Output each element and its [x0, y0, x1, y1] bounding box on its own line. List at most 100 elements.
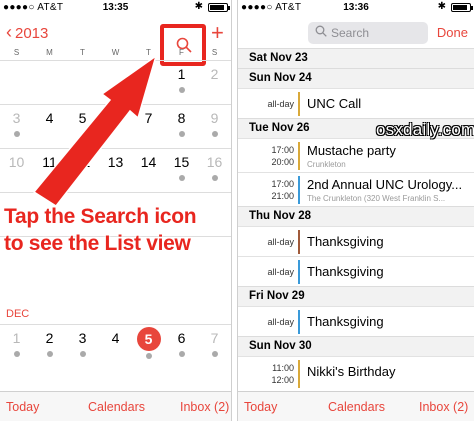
weekday-label: T — [146, 48, 151, 57]
event-dot — [211, 131, 218, 137]
day-cell[interactable]: 5 — [132, 325, 165, 369]
event-end-time: 20:00 — [271, 157, 294, 167]
day-cell[interactable]: 6 — [99, 105, 132, 149]
search-placeholder: Search — [331, 26, 370, 40]
day-number: 13 — [107, 154, 124, 170]
bluetooth-icon: ✱ — [194, 1, 203, 12]
watermark: osxdaily.com — [376, 120, 474, 139]
day-cell[interactable]: 11 — [33, 149, 66, 193]
inbox-button[interactable]: Inbox (2) — [180, 400, 229, 414]
event-dot — [145, 353, 152, 359]
event-dot — [79, 351, 86, 357]
day-number: 6 — [111, 110, 120, 126]
event-dot — [13, 131, 20, 137]
calendar-color-bar — [298, 310, 300, 334]
day-cell[interactable]: 5 — [66, 105, 99, 149]
day-section-label: Sun Nov 30 — [249, 340, 312, 352]
today-button[interactable]: Today — [6, 400, 39, 414]
event-row[interactable]: 17:00 20:00 Mustache party Crunkleton — [238, 138, 474, 172]
day-cell[interactable]: 13 — [99, 149, 132, 193]
event-row[interactable]: 11:00 12:00 Nikki's Birthday — [238, 356, 474, 390]
day-cell[interactable]: 8 — [165, 105, 198, 149]
calendar-color-bar — [298, 260, 300, 284]
event-row[interactable]: 17:00 21:00 2nd Annual UNC Urology... The C… — [238, 172, 474, 206]
event-time: 17:00 — [271, 145, 294, 155]
day-section-header: Thu Nov 28 — [238, 206, 474, 226]
event-time: 11:00 — [272, 363, 294, 373]
calendars-button[interactable]: Calendars — [328, 400, 385, 414]
weekday-label: T — [80, 48, 85, 57]
add-event-button[interactable]: + — [211, 20, 224, 46]
day-section-label: Tue Nov 26 — [249, 122, 310, 134]
event-row[interactable]: all-day Thanksgiving — [238, 256, 474, 286]
event-end-time: 12:00 — [271, 375, 294, 385]
event-location: Crunkleton — [307, 160, 346, 169]
day-cell — [66, 61, 99, 105]
day-cell[interactable]: 3 — [66, 325, 99, 369]
day-cell[interactable]: 7 — [132, 105, 165, 149]
event-time: all-day — [267, 237, 294, 247]
weekday-header: SMTWTFS — [0, 46, 231, 60]
day-cell[interactable]: 12 — [66, 149, 99, 193]
day-cell[interactable]: 9 — [198, 105, 231, 149]
day-number: 3 — [78, 330, 87, 346]
day-cell[interactable]: 4 — [33, 105, 66, 149]
day-number: 14 — [140, 154, 157, 170]
day-section-header: Fri Nov 29 — [238, 286, 474, 306]
calendar-color-bar — [298, 360, 300, 388]
day-cell[interactable]: 3 — [0, 105, 33, 149]
day-cell[interactable]: 1 — [0, 325, 33, 369]
event-end-time: 21:00 — [271, 191, 294, 201]
day-number: 11 — [42, 154, 57, 170]
day-section-label: Thu Nov 28 — [249, 210, 311, 222]
day-cell[interactable]: 2 — [33, 325, 66, 369]
event-dot — [46, 351, 53, 357]
search-bar: Search Done — [238, 18, 474, 48]
day-number: 1 — [12, 330, 21, 346]
day-section-label: Fri Nov 29 — [249, 290, 305, 302]
event-row[interactable]: all-day Thanksgiving — [238, 306, 474, 336]
day-cell[interactable]: 15 — [165, 149, 198, 193]
weekday-label: M — [46, 48, 53, 57]
weekday-label: S — [211, 48, 218, 57]
bottom-toolbar: Today Calendars Inbox (2) — [238, 391, 474, 421]
inbox-button[interactable]: Inbox (2) — [419, 400, 468, 414]
day-cell[interactable]: 6 — [165, 325, 198, 369]
today-button[interactable]: Today — [244, 400, 277, 414]
day-number: 9 — [210, 110, 219, 126]
day-number: 5 — [136, 327, 161, 351]
event-dot — [178, 87, 185, 93]
day-cell — [0, 61, 33, 105]
day-number: 16 — [206, 154, 223, 170]
search-input[interactable]: Search — [308, 22, 428, 44]
day-cell[interactable]: 16 — [198, 149, 231, 193]
day-cell — [33, 61, 66, 105]
weekday-label: F — [179, 48, 184, 57]
calendars-button[interactable]: Calendars — [88, 400, 145, 414]
event-title: Thanksgiving — [307, 314, 384, 329]
done-button[interactable]: Done — [437, 25, 468, 40]
day-number: 5 — [78, 110, 87, 126]
event-time: all-day — [267, 267, 294, 277]
event-dot — [13, 351, 20, 357]
day-section-header: Sat Nov 23 — [238, 48, 474, 68]
week-row: 3 4 5 6 7 8 9 — [0, 104, 231, 149]
day-cell[interactable]: 2 — [198, 61, 231, 105]
status-bar: ●●●●○ AT&T 13:35 ✱ — [0, 0, 231, 16]
day-section-header: Sun Nov 24 — [238, 68, 474, 88]
list-view-screen: ●●●●○ AT&T 13:36 ✱ Search Done Sat Nov 2… — [237, 0, 474, 421]
day-cell[interactable]: 4 — [99, 325, 132, 369]
navigation-bar: ‹ 2013 + — [0, 18, 231, 66]
search-icon — [315, 25, 327, 37]
day-number: 10 — [8, 154, 25, 170]
day-cell[interactable]: 14 — [132, 149, 165, 193]
day-cell[interactable]: 10 — [0, 149, 33, 193]
day-cell[interactable]: 7 — [198, 325, 231, 369]
day-cell[interactable]: 1 — [165, 61, 198, 105]
back-to-year-button[interactable]: ‹ 2013 — [6, 22, 48, 43]
month-label: DEC — [6, 308, 30, 320]
event-row[interactable]: all-day Thanksgiving — [238, 226, 474, 256]
week-row: 1 2 3 456 7 — [0, 324, 231, 369]
event-row[interactable]: all-day UNC Call — [238, 88, 474, 118]
day-number: 1 — [177, 66, 186, 82]
